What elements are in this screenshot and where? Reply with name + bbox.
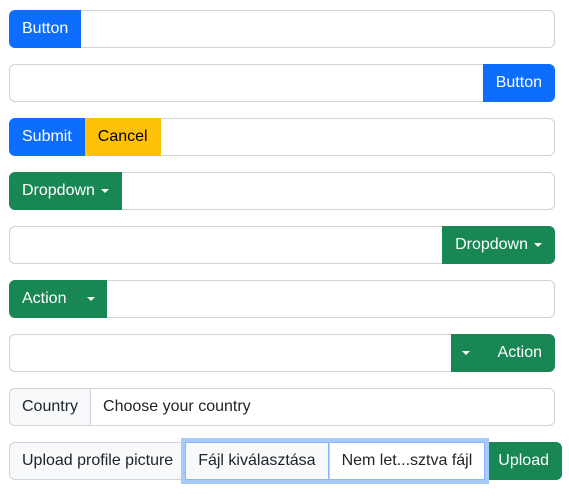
- country-label: Country: [9, 388, 92, 426]
- input-group-split-right: Action: [9, 334, 555, 372]
- input-group-button-left: Button: [9, 10, 555, 48]
- caret-down-icon: [100, 189, 109, 193]
- text-input-1[interactable]: [81, 10, 555, 48]
- input-group-dropdown-right: Dropdown: [9, 226, 555, 264]
- caret-down-icon: [534, 243, 542, 247]
- country-select[interactable]: Choose your country: [91, 388, 555, 426]
- input-group-split-left: Action: [9, 280, 555, 318]
- upload-label: Upload profile picture: [9, 442, 186, 480]
- input-group-button-right: Button: [9, 64, 555, 102]
- file-name-display: Nem let...sztva fájl: [328, 442, 486, 480]
- caret-down-icon: [461, 351, 470, 355]
- input-group-dropdown-left: Dropdown: [9, 172, 555, 210]
- split-toggle-right[interactable]: [450, 334, 481, 372]
- text-input-2[interactable]: [9, 64, 483, 102]
- dropdown-button-right[interactable]: Dropdown: [442, 226, 555, 264]
- cancel-button[interactable]: Cancel: [84, 118, 161, 156]
- dropdown-button-left[interactable]: Dropdown: [9, 172, 122, 210]
- dropdown-button-label: Dropdown: [22, 182, 95, 199]
- text-input-6[interactable]: [107, 280, 555, 318]
- submit-button[interactable]: Submit: [9, 118, 85, 156]
- text-input-3[interactable]: [160, 118, 555, 156]
- input-group-country: Country Choose your country: [9, 388, 555, 426]
- action-button-left[interactable]: Action: [9, 280, 76, 318]
- input-group-upload: Upload profile picture Fájl kiválasztása…: [9, 442, 562, 480]
- file-input[interactable]: Fájl kiválasztása Nem let...sztva fájl: [185, 442, 486, 480]
- caret-down-icon: [87, 297, 96, 301]
- split-toggle-left[interactable]: [75, 280, 108, 318]
- text-input-5[interactable]: [9, 226, 443, 264]
- choose-file-button[interactable]: Fájl kiválasztása: [185, 442, 329, 480]
- button-left[interactable]: Button: [9, 10, 82, 48]
- text-input-4[interactable]: [121, 172, 555, 210]
- input-group-submit-cancel: Submit Cancel: [9, 118, 555, 156]
- country-select-value: Choose your country: [103, 398, 251, 415]
- action-button-right[interactable]: Action: [480, 334, 555, 372]
- text-input-7[interactable]: [9, 334, 451, 372]
- dropdown-button-label: Dropdown: [455, 236, 528, 253]
- upload-button[interactable]: Upload: [485, 442, 562, 480]
- button-right[interactable]: Button: [482, 64, 555, 102]
